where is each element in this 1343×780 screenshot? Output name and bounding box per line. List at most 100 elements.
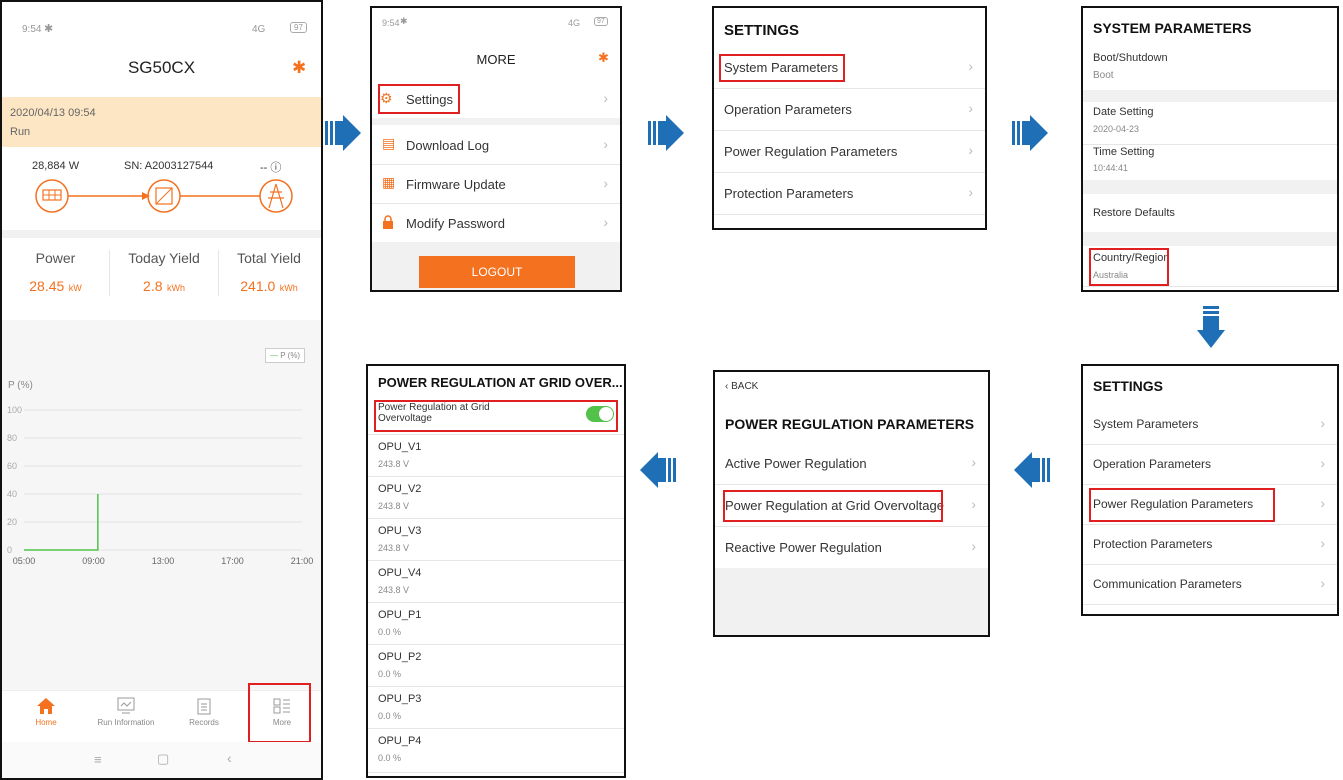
chevron-right-icon: › xyxy=(603,214,608,230)
settings-item-operation-parameters[interactable]: Operation Parameters › xyxy=(1083,444,1337,485)
logout-button[interactable]: LOGOUT xyxy=(419,256,575,288)
param-opu-v3[interactable]: OPU_V3 243.8 V xyxy=(368,518,624,561)
power-regulation-parameters-screen: ‹ BACK POWER REGULATION PARAMETERS Activ… xyxy=(713,370,990,637)
param-value: 0.0 % xyxy=(378,627,402,637)
param-time-setting[interactable]: Time Setting 10:44:41 xyxy=(1083,144,1337,181)
bluetooth-icon: ✱ xyxy=(44,23,54,35)
setting-item-label: Reactive Power Regulation xyxy=(725,540,882,555)
divider xyxy=(1083,232,1337,246)
system-parameters-screen: SYSTEM PARAMETERS Boot/Shutdown Boot Dat… xyxy=(1081,6,1339,292)
bluetooth-icon: ✱ xyxy=(400,16,408,26)
inverter-icon xyxy=(147,179,181,213)
lock-icon xyxy=(383,215,393,229)
setting-item-reactive-power-regulation[interactable]: Reactive Power Regulation › xyxy=(715,526,988,569)
settings-item-label: Communication Parameters xyxy=(1093,577,1242,591)
param-opu-p2[interactable]: OPU_P2 0.0 % xyxy=(368,644,624,687)
settings-item-label: Power Regulation Parameters xyxy=(724,144,898,159)
param-value: 2020-04-23 xyxy=(1093,124,1140,134)
back-label: BACK xyxy=(731,381,759,392)
pv-panel-icon xyxy=(35,179,69,213)
y-tick-label: 60 xyxy=(7,461,17,471)
back-icon[interactable]: ‹ xyxy=(227,750,232,766)
bluetooth-icon[interactable]: ✱ xyxy=(598,50,609,66)
y-tick-label: 0 xyxy=(7,545,12,555)
divider xyxy=(372,118,620,125)
banner-state: Run xyxy=(10,126,31,138)
menu-item-modify-password[interactable]: Modify Password › xyxy=(372,203,620,243)
param-label: OPU_P1 xyxy=(378,609,422,621)
menu-item-firmware-update[interactable]: ▦ Firmware Update › xyxy=(372,164,620,204)
metric-unit: kW xyxy=(68,283,82,293)
chevron-right-icon: › xyxy=(603,90,608,106)
y-tick-label: 40 xyxy=(7,489,17,499)
param-value: 243.8 V xyxy=(378,585,410,595)
x-tick-label: 21:00 xyxy=(291,556,314,566)
grid-status[interactable]: -- ⓘ xyxy=(260,159,281,175)
arrow-right-icon xyxy=(325,115,361,151)
settings-item-power-regulation-parameters[interactable]: Power Regulation Parameters › xyxy=(714,130,985,173)
highlight-box xyxy=(723,490,943,522)
energy-flow-diagram xyxy=(35,179,293,213)
param-value: 243.8 V xyxy=(378,543,410,553)
param-opu-p4[interactable]: OPU_P4 0.0 % xyxy=(368,728,624,773)
settings-item-protection-parameters[interactable]: Protection Parameters › xyxy=(1083,524,1337,565)
serial-number: SN: A2003127544 xyxy=(124,160,214,172)
home-square-icon[interactable]: ▢ xyxy=(157,751,169,767)
param-opu-v2[interactable]: OPU_V2 243.8 V xyxy=(368,476,624,519)
param-label: OPU_V4 xyxy=(378,567,422,579)
param-opu-p1[interactable]: OPU_P1 0.0 % xyxy=(368,602,624,645)
settings-item-communication-parameters[interactable]: Communication Parameters › xyxy=(1083,564,1337,605)
highlight-box xyxy=(719,54,845,82)
document-icon: ▤ xyxy=(382,135,396,151)
home-icon xyxy=(37,698,55,714)
tab-records[interactable]: Records xyxy=(174,697,234,727)
grid-overvoltage-screen: POWER REGULATION AT GRID OVER... Power R… xyxy=(366,364,626,778)
power-chart: 100 80 60 40 20 005:00 09:00 13:00 17:00 21:00 xyxy=(7,405,314,566)
param-value: 0.0 % xyxy=(378,753,402,763)
home-screen: 9:54 ✱ 4G 97 SG50CX ✱ 2020/04/13 09:54 R… xyxy=(0,0,323,780)
back-button[interactable]: ‹ BACK xyxy=(725,381,758,392)
settings-item-system-parameters[interactable]: System Parameters › xyxy=(1083,404,1337,445)
divider xyxy=(2,230,321,238)
param-label: Time Setting xyxy=(1093,146,1155,158)
tab-home[interactable]: Home xyxy=(20,697,72,727)
settings-item-label: Protection Parameters xyxy=(724,186,854,201)
page-title: SETTINGS xyxy=(724,22,800,39)
setting-item-active-power-regulation[interactable]: Active Power Regulation › xyxy=(715,442,988,485)
settings-item-label: Operation Parameters xyxy=(724,102,852,117)
settings-item-protection-parameters[interactable]: Protection Parameters › xyxy=(714,172,985,215)
current-power: 28,884 W xyxy=(32,160,80,172)
bluetooth-icon[interactable]: ✱ xyxy=(292,58,306,78)
settings-item-operation-parameters[interactable]: Operation Parameters › xyxy=(714,88,985,131)
metric-label: Power xyxy=(35,250,76,266)
settings-item-label: Operation Parameters xyxy=(1093,457,1212,471)
metric-unit: kWh xyxy=(166,283,185,293)
highlight-box xyxy=(374,400,618,432)
chevron-right-icon: › xyxy=(971,454,976,470)
param-restore-defaults[interactable]: Restore Defaults xyxy=(1083,194,1337,233)
monitor-icon xyxy=(117,697,135,714)
menu-item-download-log[interactable]: ▤ Download Log › xyxy=(372,125,620,165)
highlight-box xyxy=(378,84,460,114)
chevron-right-icon: › xyxy=(971,496,976,512)
param-opu-v1[interactable]: OPU_V1 243.8 V xyxy=(368,434,624,477)
legend-label: P (%) xyxy=(280,351,301,360)
chevron-right-icon: › xyxy=(603,136,608,152)
param-boot-shutdown[interactable]: Boot/Shutdown Boot xyxy=(1083,46,1337,91)
highlight-box xyxy=(1089,488,1275,522)
status-signal: 4G xyxy=(252,24,266,35)
param-date-setting[interactable]: Date Setting 2020-04-23 xyxy=(1083,102,1337,145)
tab-run-information[interactable]: Run Information xyxy=(90,697,162,727)
param-opu-p3[interactable]: OPU_P3 0.0 % xyxy=(368,686,624,729)
param-value: 243.8 V xyxy=(378,501,410,511)
tab-label: Home xyxy=(35,718,57,727)
tab-label: Records xyxy=(189,718,219,727)
metric-value: 241.0 xyxy=(240,278,276,294)
param-label: OPU_V1 xyxy=(378,441,422,453)
param-value: 10:44:41 xyxy=(1093,163,1129,173)
menu-item-label: Download Log xyxy=(406,138,490,153)
chevron-right-icon: › xyxy=(1320,495,1325,511)
metric-total-yield: Total Yield 241.0 kWh xyxy=(217,250,321,296)
param-opu-v4[interactable]: OPU_V4 243.8 V xyxy=(368,560,624,603)
menu-icon[interactable]: ≡ xyxy=(94,752,102,767)
